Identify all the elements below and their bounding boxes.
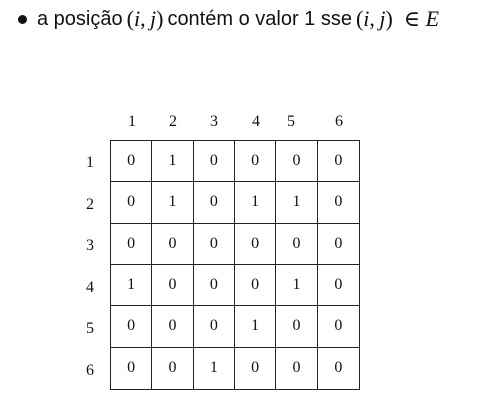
matrix-cell: 1	[234, 306, 277, 348]
matrix-cell: 0	[111, 347, 153, 389]
column-header: 3	[210, 113, 218, 130]
matrix-grid: 0 1 0 0 0 0 0 1 0 1 1 0 0 0 0 0 0 0 1 0 …	[110, 140, 360, 390]
matrix-cell: 0	[317, 182, 359, 224]
matrix-cell: 0	[234, 223, 277, 265]
matrix-cell: 0	[317, 141, 359, 183]
matrix-cell: 0	[193, 141, 235, 183]
matrix-cell: 0	[193, 264, 235, 307]
matrix-cell: 0	[193, 223, 235, 265]
matrix-cell: 0	[317, 224, 359, 265]
row-header: 3	[86, 237, 94, 254]
matrix-cell: 0	[152, 347, 194, 389]
adjacency-matrix: 1 2 3 4 5 6 1 2 3 4 5 6 0 1 0 0 0 0 0 1 …	[0, 0, 482, 402]
matrix-cell: 0	[193, 306, 235, 348]
row-header: 2	[86, 196, 94, 213]
row-header: 4	[86, 279, 94, 296]
row-header: 6	[86, 362, 94, 379]
matrix-cell: 0	[152, 264, 194, 307]
column-header: 5	[287, 113, 295, 130]
column-header: 4	[252, 113, 260, 130]
matrix-cell: 0	[317, 306, 359, 348]
matrix-cell: 0	[193, 182, 235, 224]
matrix-cell: 0	[111, 223, 153, 265]
matrix-cell: 0	[111, 306, 153, 348]
matrix-cell: 1	[276, 182, 318, 224]
matrix-cell: 0	[234, 141, 277, 183]
matrix-cell: 0	[111, 141, 153, 183]
column-header: 6	[335, 113, 343, 130]
matrix-cell: 0	[334, 359, 343, 377]
matrix-cell: 0	[276, 306, 318, 348]
matrix-cell: 0	[234, 264, 277, 307]
matrix-cell: 1	[276, 264, 318, 307]
matrix-cell: 0	[276, 347, 318, 389]
row-header: 5	[86, 320, 94, 337]
matrix-cell: 1	[234, 182, 277, 224]
matrix-cell: 0	[111, 182, 153, 224]
column-header: 1	[128, 113, 136, 130]
matrix-cell: 1	[152, 182, 194, 224]
matrix-cell: 1	[152, 141, 194, 183]
matrix-cell: 1	[111, 264, 153, 307]
matrix-cell: 0	[235, 347, 277, 389]
matrix-cell: 0	[276, 223, 318, 265]
column-header: 2	[169, 113, 177, 130]
matrix-cell: 0	[152, 223, 194, 265]
row-header: 1	[86, 154, 94, 171]
matrix-cell: 1	[194, 347, 235, 389]
matrix-cell: 0	[317, 265, 359, 307]
matrix-cell: 0	[276, 141, 318, 183]
matrix-cell: 0	[152, 306, 194, 348]
